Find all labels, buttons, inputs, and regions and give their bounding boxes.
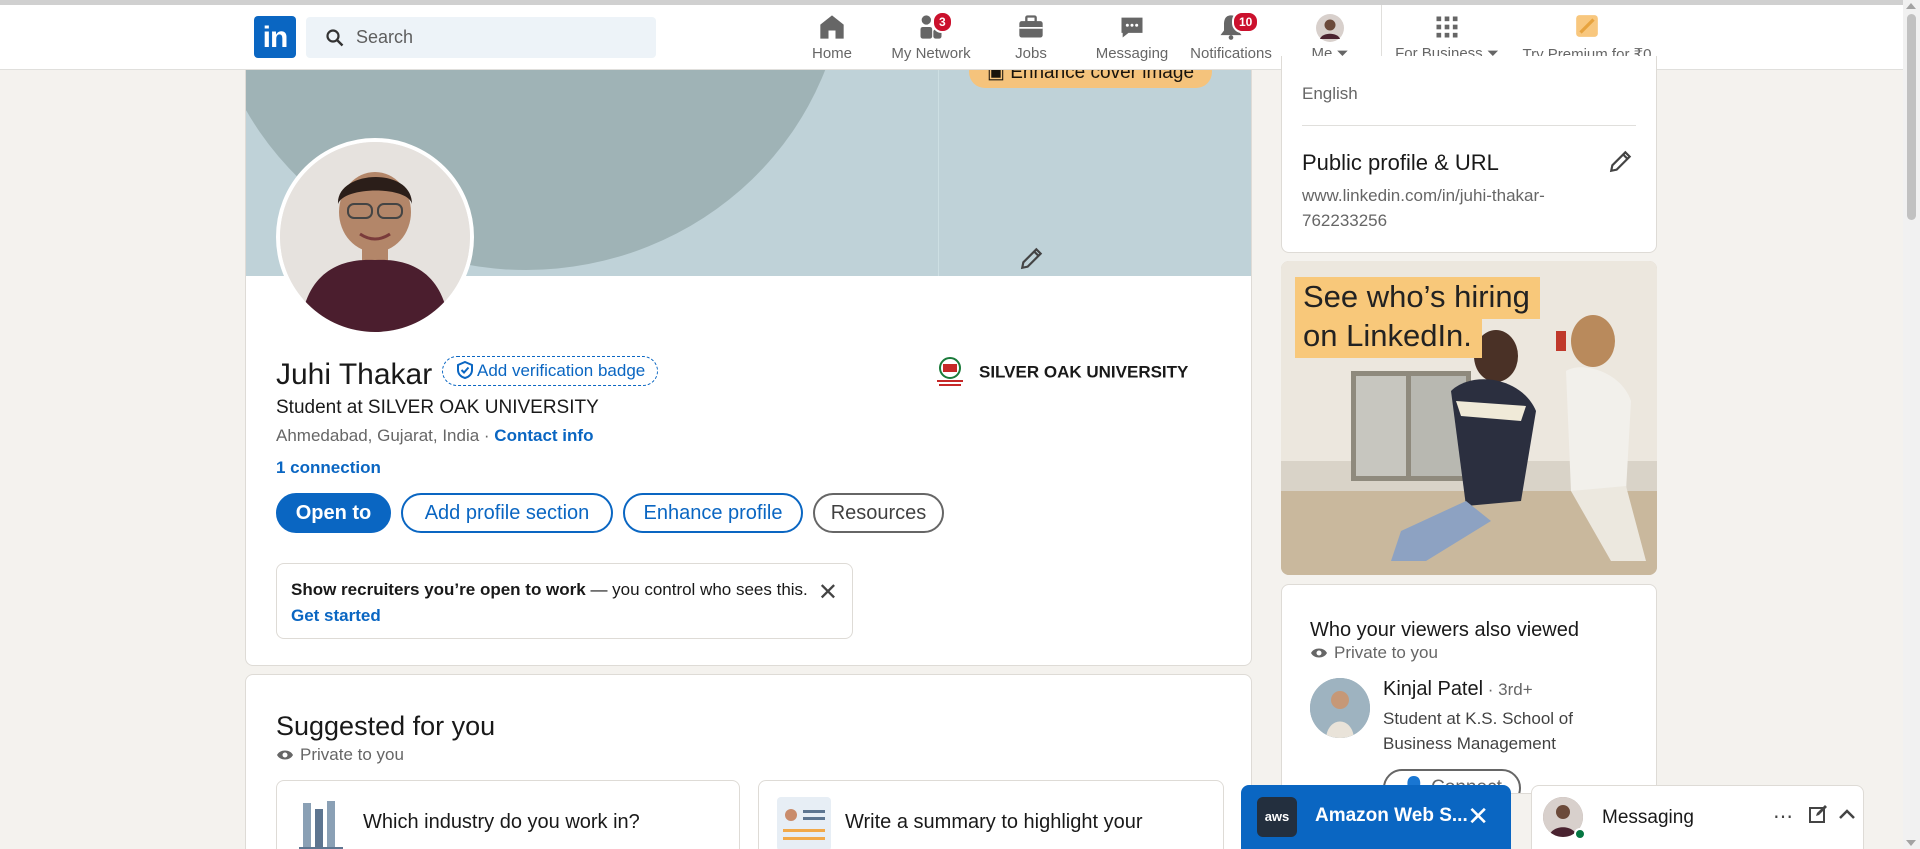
online-status-dot	[1574, 828, 1586, 840]
contact-info-link[interactable]: Contact info	[494, 426, 593, 445]
summary-icon	[775, 795, 833, 849]
suggestion-summary[interactable]: Write a summary to highlight your	[758, 780, 1224, 849]
scroll-thumb[interactable]	[1907, 14, 1916, 220]
nav-home[interactable]: Home	[800, 13, 864, 69]
scroll-down-arrow[interactable]	[1906, 840, 1916, 846]
nav-messaging[interactable]: Messaging	[1092, 13, 1172, 69]
open-to-button[interactable]: Open to	[276, 493, 391, 533]
university-link[interactable]: SILVER OAK UNIVERSITY	[931, 356, 1188, 390]
public-profile-url: www.linkedin.com/in/juhi-thakar-76223325…	[1302, 186, 1545, 230]
profile-settings-card: English Public profile & URL www.linkedi…	[1281, 56, 1657, 253]
aws-logo: aws	[1257, 797, 1297, 837]
edit-url-pencil-icon[interactable]	[1608, 148, 1634, 179]
scroll-up-arrow[interactable]	[1906, 3, 1916, 9]
profile-language: English	[1302, 84, 1358, 103]
viewers-title: Who your viewers also viewed	[1310, 619, 1579, 641]
bell-icon: 10	[1188, 11, 1274, 43]
home-icon	[800, 13, 864, 43]
industry-icon	[297, 799, 347, 849]
eye-icon	[277, 750, 293, 760]
aws-chat-tab[interactable]: aws Amazon Web S... ✕	[1241, 785, 1511, 849]
profile-location: Ahmedabad, Gujarat, India · Contact info	[276, 426, 594, 445]
public-profile-title: Public profile & URL	[1302, 150, 1499, 175]
premium-icon	[1520, 13, 1654, 43]
ad-headline-line2: on LinkedIn.	[1295, 316, 1482, 358]
connections-link[interactable]: 1 connection	[276, 458, 381, 478]
camera-icon: ▣	[987, 70, 1005, 83]
close-icon[interactable]: ✕	[818, 578, 838, 607]
enhance-cover-button[interactable]: ▣ Enhance cover image	[969, 70, 1213, 88]
suggested-title: Suggested for you	[276, 711, 496, 741]
add-verification-badge-button[interactable]: Add verification badge	[442, 356, 659, 386]
viewer-name[interactable]: Kinjal Patel · 3rd+	[1383, 678, 1533, 701]
viewer-headline: Student at K.S. School of Business Manag…	[1383, 709, 1573, 753]
ad-headline-line1: See who’s hiring	[1295, 277, 1540, 319]
more-options-icon[interactable]: ⋯	[1773, 804, 1793, 829]
resources-button[interactable]: Resources	[813, 493, 944, 533]
viewer-avatar[interactable]	[1310, 678, 1370, 738]
briefcase-icon	[1004, 13, 1058, 43]
get-started-link[interactable]: Get started	[291, 606, 381, 626]
linkedin-logo[interactable]: in	[254, 16, 296, 58]
nav-jobs[interactable]: Jobs	[1004, 13, 1058, 69]
ad-banner[interactable]: See who’s hiring on LinkedIn.	[1281, 261, 1657, 575]
open-to-work-prompt: Show recruiters you’re open to work — yo…	[276, 563, 853, 639]
eye-icon	[1311, 648, 1327, 658]
private-label: Private to you	[276, 745, 404, 765]
close-icon[interactable]: ✕	[1467, 801, 1489, 832]
notifications-badge: 10	[1232, 11, 1260, 33]
network-icon: 3	[888, 11, 974, 43]
search-icon	[326, 29, 344, 47]
nav-my-network[interactable]: 3 My Network	[888, 11, 974, 69]
search-input[interactable]	[356, 17, 646, 58]
messaging-dock[interactable]: Messaging ⋯	[1531, 785, 1864, 849]
edit-intro-pencil-icon[interactable]	[1019, 245, 1045, 276]
chat-icon	[1092, 13, 1172, 43]
profile-photo[interactable]	[276, 138, 474, 336]
suggestion-industry[interactable]: Which industry do you work in?	[276, 780, 740, 849]
compose-icon[interactable]	[1808, 804, 1828, 830]
viewers-private-label: Private to you	[1310, 643, 1438, 663]
network-badge: 3	[932, 11, 953, 33]
shield-check-icon	[457, 360, 473, 380]
enhance-profile-button[interactable]: Enhance profile	[623, 493, 803, 533]
search-box[interactable]	[306, 17, 656, 58]
university-logo	[931, 356, 969, 390]
me-avatar	[1304, 13, 1356, 43]
profile-name: Juhi Thakar	[276, 358, 433, 391]
chevron-up-icon[interactable]	[1837, 804, 1857, 830]
profile-headline: Student at SILVER OAK UNIVERSITY	[276, 397, 599, 418]
viewers-also-viewed-card: Who your viewers also viewed Private to …	[1281, 584, 1657, 794]
grid-icon	[1394, 13, 1500, 43]
nav-notifications[interactable]: 10 Notifications	[1188, 11, 1274, 69]
profile-card: ▣ Enhance cover image Juhi Thakar Add ve…	[245, 70, 1252, 666]
suggested-card: Suggested for you Private to you Which i…	[245, 674, 1252, 849]
add-profile-section-button[interactable]: Add profile section	[401, 493, 613, 533]
page-scrollbar[interactable]	[1903, 0, 1920, 849]
